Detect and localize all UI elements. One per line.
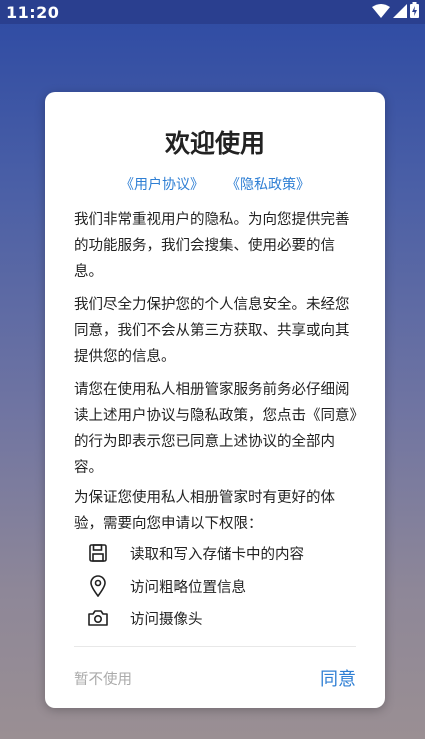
welcome-dialog: 欢迎使用 《用户协议》 《隐私政策》 我们非常重视用户的隐私。为向您提供完善的功… (45, 92, 385, 708)
permission-label: 访问粗略位置信息 (130, 579, 246, 596)
status-bar: 11:20 (0, 0, 425, 24)
dialog-title: 欢迎使用 (164, 129, 265, 158)
battery-charging-icon (410, 2, 419, 22)
policy-links: 《用户协议》 《隐私政策》 (45, 174, 385, 194)
permission-location: 访问粗略位置信息 (86, 574, 246, 598)
permission-label: 读取和写入存储卡中的内容 (130, 546, 304, 563)
paragraph-agreement-notice: 请您在使用私人相册管家服务前务必仔细阅读上述用户协议与隐私政策，您点击《同意》的… (74, 382, 357, 476)
paragraph-permissions-intro: 为保证您使用私人相册管家时有更好的体验，需要向您申请以下权限： (74, 490, 335, 532)
user-agreement-link[interactable]: 《用户协议》 (120, 174, 204, 194)
divider (74, 646, 356, 647)
permission-label: 访问摄像头 (130, 611, 203, 628)
privacy-policy-link[interactable]: 《隐私政策》 (226, 174, 310, 194)
status-time: 11:20 (6, 2, 60, 22)
paragraph-data-security: 我们尽全力保护您的个人信息安全。未经您同意，我们不会从第三方获取、共享或向其提供… (74, 297, 350, 365)
permission-storage: 读取和写入存储卡中的内容 (86, 541, 304, 565)
camera-icon (86, 606, 110, 630)
permission-camera: 访问摄像头 (86, 606, 203, 630)
paragraph-privacy-intro: 我们非常重视用户的隐私。为向您提供完善的功能服务，我们会搜集、使用必要的信息。 (74, 212, 350, 280)
cancel-button[interactable]: 暂不使用 (74, 668, 132, 689)
agree-button[interactable]: 同意 (320, 665, 356, 691)
wifi-icon (372, 3, 390, 22)
cellular-signal-icon (393, 3, 407, 22)
location-pin-icon (86, 574, 110, 598)
floppy-disk-icon (86, 541, 110, 565)
status-icons (372, 2, 419, 22)
